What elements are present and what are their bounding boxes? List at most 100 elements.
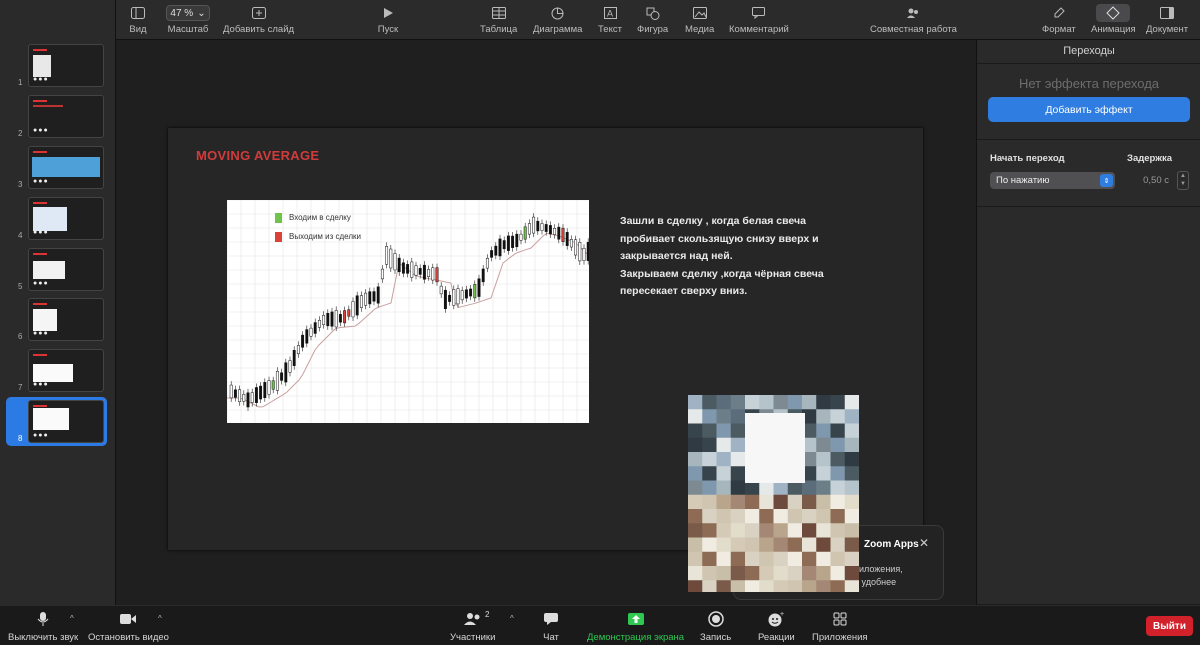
video-pixel (759, 509, 774, 524)
chevron-up-icon[interactable]: ^ (510, 614, 514, 623)
chart-button[interactable]: Диаграмма (533, 4, 582, 35)
zoom-control[interactable]: 47 % ⌄ Масштаб (166, 4, 210, 35)
slide-thumbnail[interactable]: ●●● (28, 44, 104, 87)
slide-body-text[interactable]: Зашли в сделку , когда белая свеча проби… (620, 213, 860, 301)
mute-button[interactable]: Выключить звук (8, 610, 78, 643)
slide-thumbnail[interactable]: ●●● (28, 146, 104, 189)
candle-body (305, 329, 309, 344)
video-pixel (702, 437, 717, 453)
thumbnail-dots: ●●● (33, 76, 49, 83)
video-pixel (716, 452, 732, 467)
video-pixel (830, 509, 846, 524)
video-pixel (844, 395, 859, 410)
leave-meeting-button[interactable]: Выйти (1146, 616, 1193, 636)
video-pixel (745, 580, 760, 592)
shape-icon (641, 4, 665, 22)
text-button[interactable]: A Текст (598, 4, 622, 35)
participant-video-tile[interactable] (688, 395, 859, 592)
slide-thumbnail-row[interactable]: 2 ●●● (0, 95, 116, 141)
animate-button[interactable]: Анимация (1091, 4, 1136, 35)
slide-thumbnail-row[interactable]: 3 ●●● (0, 146, 116, 192)
apps-button[interactable]: Приложения (812, 610, 868, 643)
collaborate-label: Совместная работа (870, 24, 957, 35)
candle-body (334, 310, 338, 328)
thumbnail-content (33, 364, 73, 382)
add-slide-icon (247, 4, 271, 22)
start-transition-select[interactable]: По нажатию ⇕ (990, 172, 1115, 189)
record-icon (707, 610, 724, 628)
slide-title[interactable]: MOVING AVERAGE (196, 148, 319, 163)
video-pixel (702, 537, 717, 553)
candle-body (309, 327, 313, 337)
video-pixel (702, 452, 717, 467)
shape-button[interactable]: Фигура (637, 4, 668, 35)
candle-body (368, 291, 372, 305)
video-pixel (844, 452, 859, 467)
candle-body (427, 269, 431, 277)
comment-button[interactable]: Комментарий (729, 4, 789, 35)
view-button[interactable]: Вид (126, 4, 150, 35)
paintbrush-icon (1047, 4, 1071, 22)
video-pixel (730, 395, 746, 410)
chat-button[interactable]: Чат (543, 610, 559, 643)
format-button[interactable]: Формат (1042, 4, 1076, 35)
share-screen-button[interactable]: Демонстрация экрана (587, 610, 684, 643)
slide-thumbnail-row[interactable]: 5 ●●● (0, 248, 116, 294)
candle-body (578, 242, 582, 262)
thumbnail-dots: ●●● (33, 127, 49, 134)
video-pixel (759, 580, 774, 592)
video-pixel (688, 409, 703, 424)
video-pixel (816, 509, 831, 524)
close-icon[interactable]: ✕ (919, 536, 929, 550)
candle-body (456, 288, 460, 305)
video-pixel (730, 409, 746, 424)
stop-video-button[interactable]: Остановить видео (88, 610, 169, 643)
reactions-button[interactable]: + Реакции (758, 610, 795, 643)
document-button[interactable]: Документ (1146, 4, 1188, 35)
slide-thumbnail-row[interactable]: 8 ●●● (0, 400, 116, 446)
delay-stepper[interactable]: ▲ ▼ (1177, 171, 1189, 190)
slide-thumbnail[interactable]: ●●● (28, 400, 104, 443)
video-pixel (816, 551, 831, 567)
candle-body (385, 246, 389, 265)
video-pixel (702, 566, 717, 581)
candle-body (544, 224, 548, 232)
slide-thumbnail-row[interactable]: 7 ●●● (0, 349, 116, 395)
collaborate-button[interactable]: Совместная работа (870, 4, 957, 35)
slide-thumbnail[interactable]: ●●● (28, 197, 104, 240)
slide-thumbnail[interactable]: ●●● (28, 95, 104, 138)
video-pixel (745, 523, 760, 538)
candle-body (288, 360, 292, 373)
add-slide-button[interactable]: Добавить слайд (223, 4, 294, 35)
video-pixel (702, 423, 717, 439)
document-label: Документ (1146, 24, 1189, 35)
media-button[interactable]: Медиа (685, 4, 714, 35)
slide-thumbnail[interactable]: ●●● (28, 349, 104, 392)
legend-exit-label: Выходим из сделки (289, 232, 361, 241)
slide-thumbnail-row[interactable]: 6 ●●● (0, 298, 116, 344)
video-pixel (716, 423, 732, 439)
play-button[interactable]: Пуск (376, 4, 400, 35)
chevron-up-icon[interactable]: ^ (70, 614, 74, 623)
slide-thumbnail-row[interactable]: 4 ●●● (0, 197, 116, 243)
delay-input[interactable]: 0,50 с (1127, 171, 1173, 190)
slide-thumbnail[interactable]: ●●● (28, 248, 104, 291)
thumbnail-dots: ●●● (33, 280, 49, 287)
table-button[interactable]: Таблица (480, 4, 517, 35)
video-pixel (745, 566, 760, 581)
candle-body (561, 227, 565, 242)
video-pixel (773, 494, 789, 510)
chevron-up-icon[interactable]: ^ (158, 614, 162, 623)
candlestick-chart-image[interactable]: Входим в сделку Выходим из сделки (227, 200, 589, 423)
slide-thumbnail[interactable]: ●●● (28, 298, 104, 341)
slide-thumbnail-row[interactable]: 1 ●●● (0, 44, 116, 90)
add-effect-button[interactable]: Добавить эффект (988, 97, 1190, 122)
video-pixel (702, 480, 717, 496)
video-pixel (787, 551, 803, 567)
record-button[interactable]: Запись (700, 610, 731, 643)
slide-text-line: Зашли в сделку , когда белая свеча (620, 215, 806, 227)
media-label: Медиа (685, 24, 715, 35)
video-pixel (802, 551, 817, 567)
zoom-select[interactable]: 47 % ⌄ (166, 5, 210, 21)
candle-body (582, 247, 586, 261)
